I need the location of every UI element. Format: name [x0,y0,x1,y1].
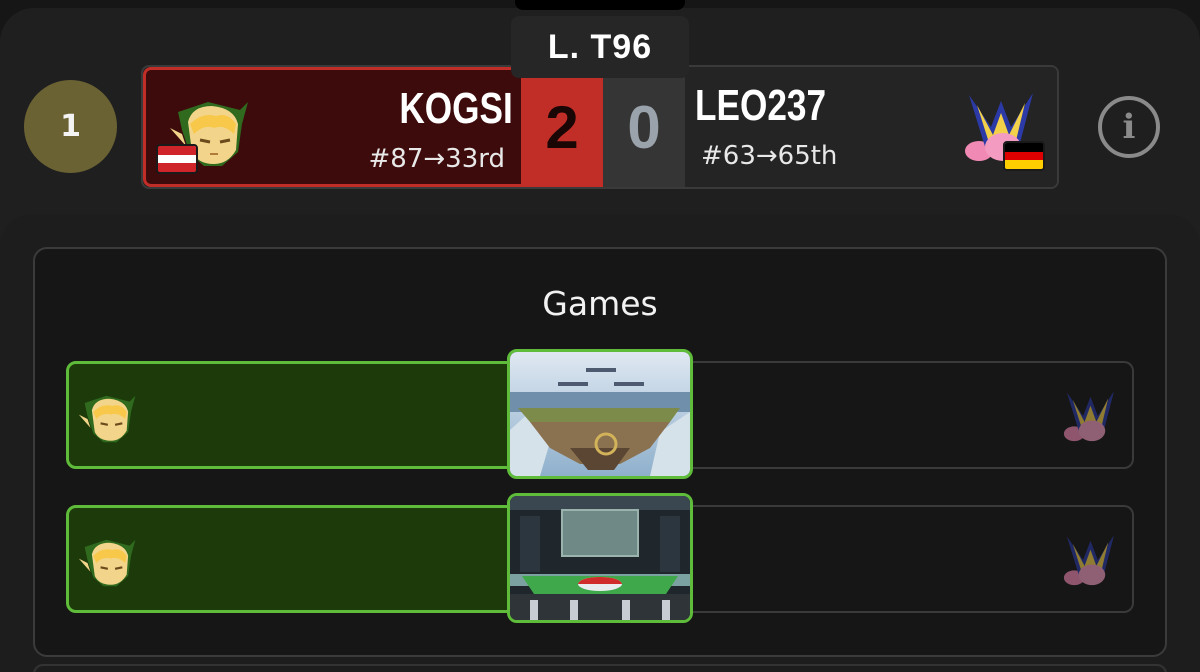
young-link-icon [78,395,136,443]
left-player-score: 2 [521,67,603,187]
round-label: L. T96 [511,16,689,78]
next-section-peek [33,664,1167,672]
battlefield-stage-icon [507,349,693,479]
game-1-left-winner [66,361,512,469]
right-score-value: 0 [627,93,661,161]
info-button[interactable]: i [1098,96,1160,158]
left-score-value: 2 [545,93,579,161]
round-label-tab [515,0,685,10]
game-row-2[interactable] [66,493,1134,623]
left-player-rank: #87→33rd [368,144,505,174]
game-row-1[interactable] [66,349,1134,479]
right-player-rank: #63→65th [701,141,838,171]
round-label-text: L. T96 [547,27,653,66]
round-number: 1 [60,109,81,144]
game-1-right-loser [686,361,1134,469]
right-player-score: 0 [603,67,685,187]
game-2-left-winner [66,505,512,613]
games-title: Games [542,284,658,323]
austria-flag-icon [156,144,198,174]
match-score-bar[interactable]: KOGSI #87→33rd 2 0 LEO237 #63→65th [141,65,1059,189]
pokemon-stadium-stage-icon [507,493,693,623]
info-circle-icon: i [1122,107,1136,147]
game-2-right-loser [686,505,1134,613]
meta-knight-icon [1063,534,1115,586]
germany-flag-icon [1003,141,1045,171]
left-player-name: KOGSI [399,84,513,133]
meta-knight-icon [1063,390,1115,442]
right-player-name: LEO237 [695,81,827,130]
young-link-icon [78,539,136,587]
right-player-panel[interactable]: LEO237 #63→65th [685,67,1057,187]
match-detail-screen: 1 L. T96 KOGSI #87→33rd 2 0 LEO237 #63→6… [0,0,1200,672]
round-number-badge: 1 [24,80,117,173]
left-player-panel[interactable]: KOGSI #87→33rd [143,67,521,187]
